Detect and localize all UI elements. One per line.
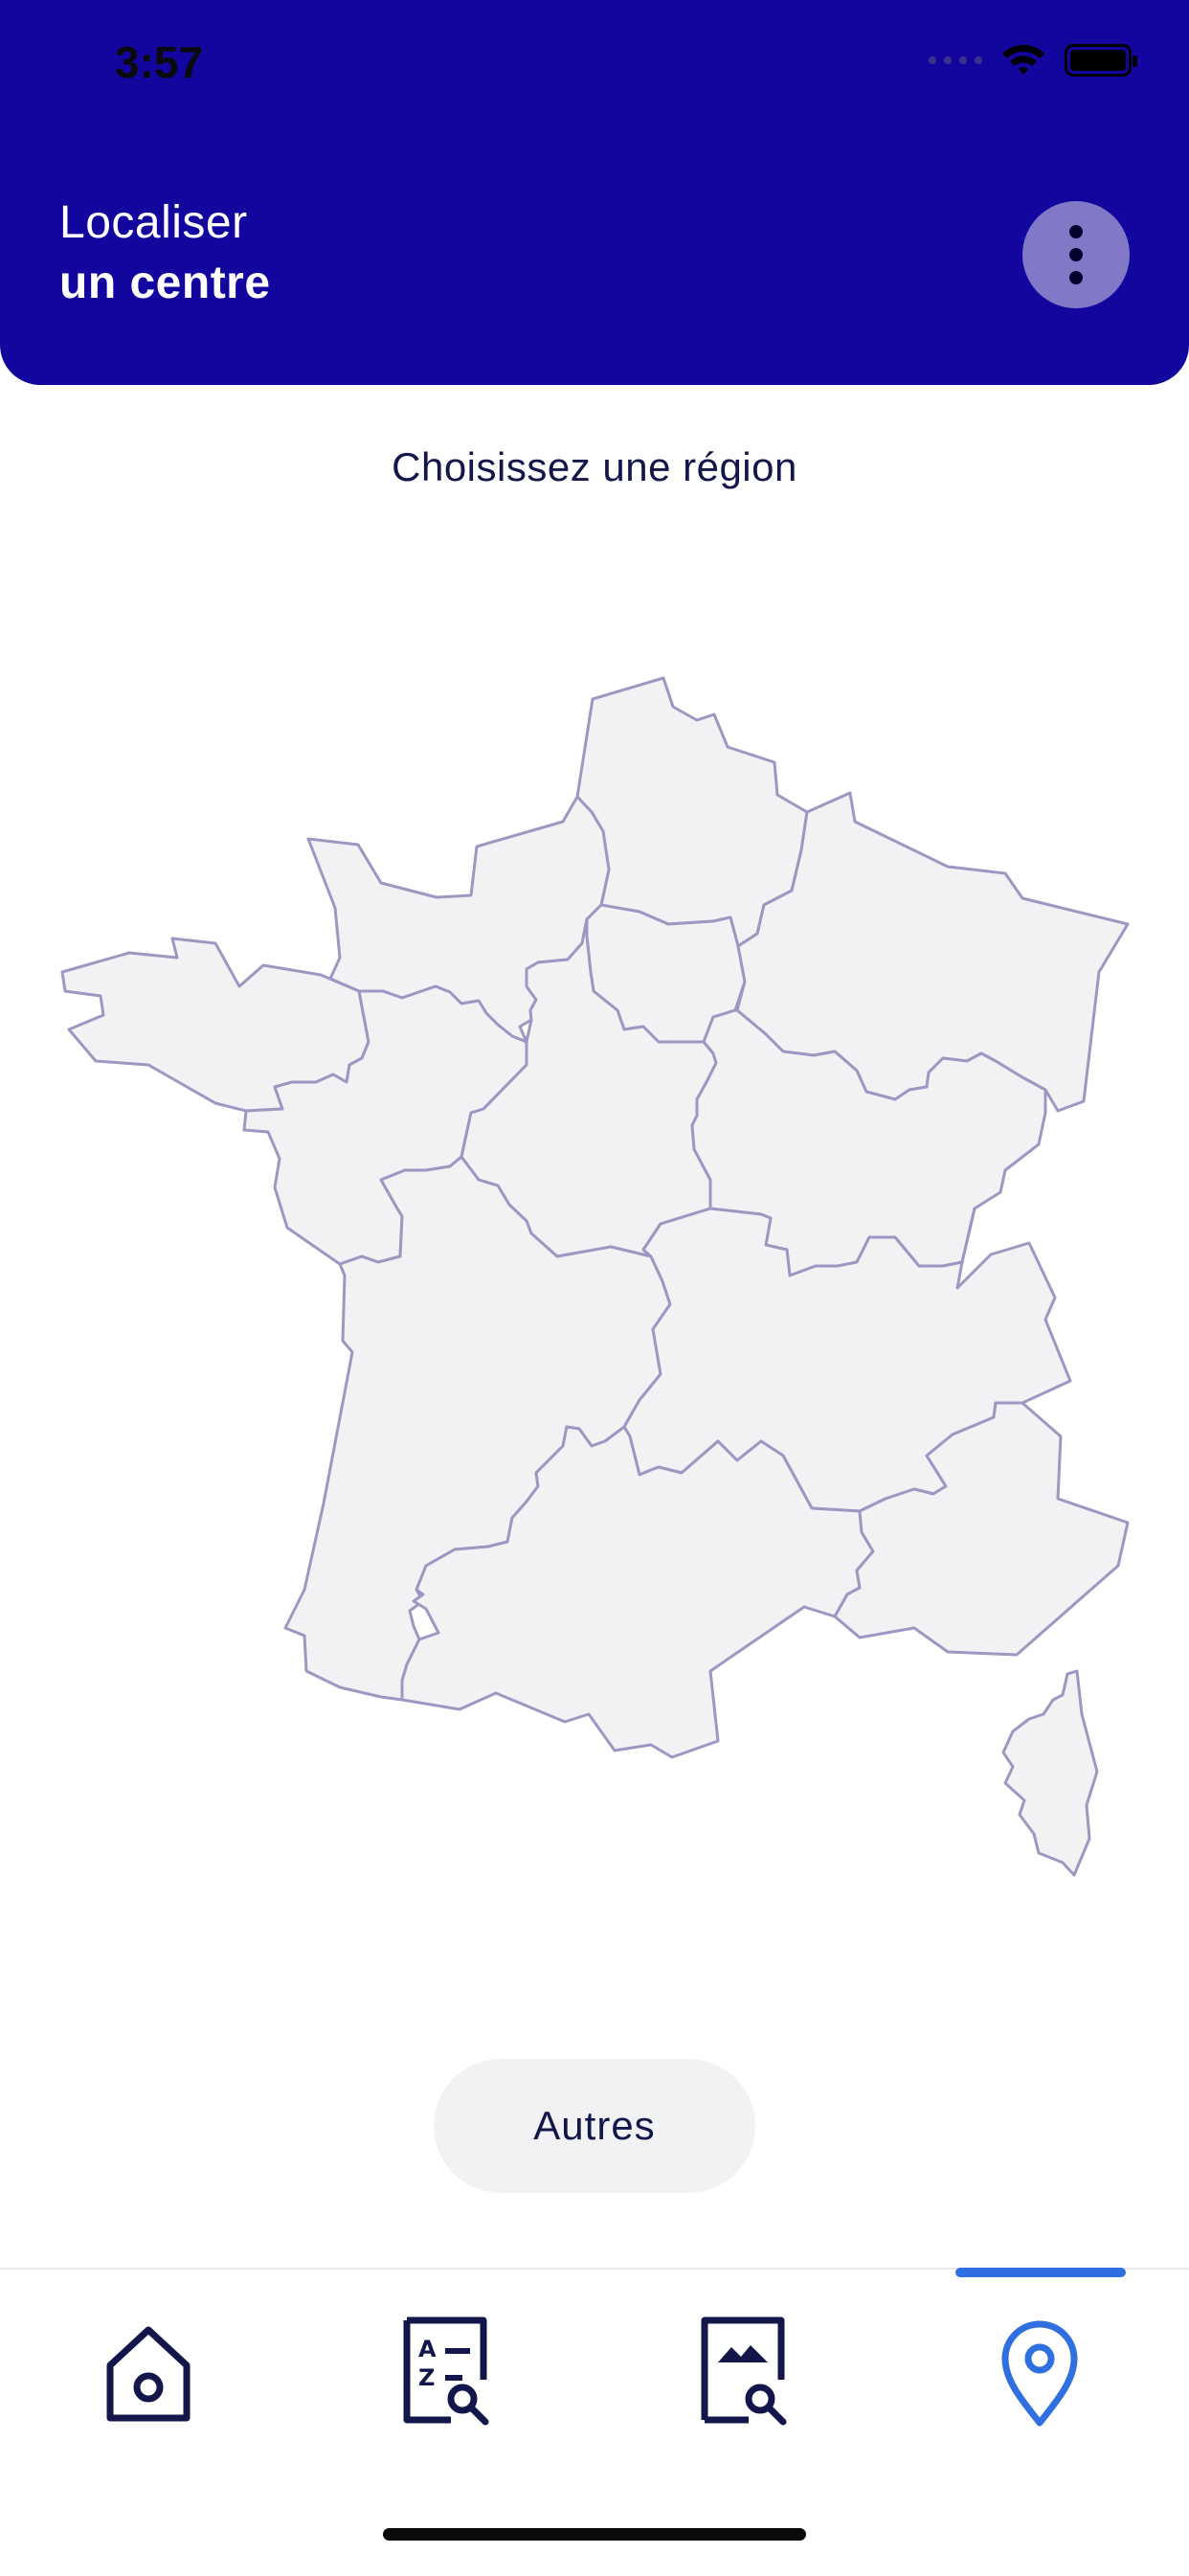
active-tab-indicator — [955, 2268, 1126, 2277]
tab-home[interactable] — [91, 2313, 206, 2428]
glossary-search-icon: A Z — [403, 2316, 489, 2426]
svg-text:A: A — [418, 2336, 437, 2362]
image-search-icon — [701, 2316, 787, 2426]
region-corse[interactable] — [1001, 1669, 1099, 1877]
home-indicator — [383, 2528, 806, 2541]
tab-image-search[interactable] — [685, 2313, 800, 2428]
tab-glossary[interactable]: A Z — [388, 2313, 503, 2428]
svg-text:Z: Z — [418, 2364, 435, 2391]
location-pin-icon — [1001, 2320, 1078, 2427]
tab-locate-center[interactable] — [982, 2313, 1097, 2428]
other-regions-button[interactable]: Autres — [434, 2059, 755, 2193]
home-icon — [106, 2326, 191, 2422]
